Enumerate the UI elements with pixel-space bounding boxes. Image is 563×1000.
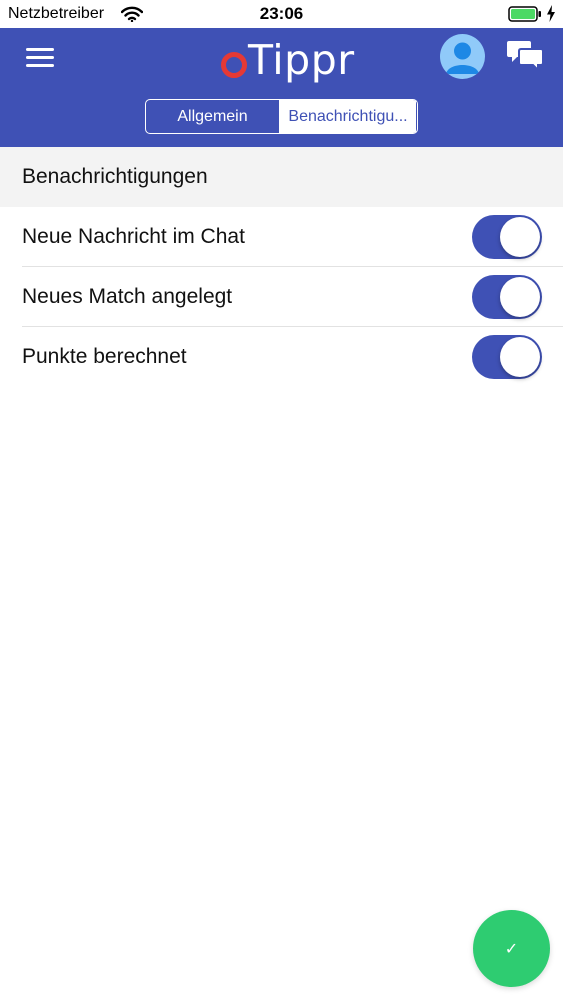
- app-logo: Tippr: [219, 36, 354, 84]
- app-header: Tippr Allgemein Benachrichtigu...: [0, 28, 563, 147]
- logo-text: Tippr: [248, 36, 355, 84]
- setting-label: Neues Match angelegt: [22, 285, 233, 308]
- checkmark-icon: ✓: [504, 939, 519, 958]
- status-bar: Netzbetreiber 23:06: [0, 0, 563, 28]
- toggle-knob: [500, 277, 540, 317]
- points-calculated-toggle[interactable]: [472, 335, 542, 379]
- setting-label: Punkte berechnet: [22, 345, 187, 368]
- chat-bubbles-icon[interactable]: [507, 38, 545, 74]
- notification-settings-list: Neue Nachricht im Chat Neues Match angel…: [0, 207, 563, 387]
- toggle-knob: [500, 337, 540, 377]
- tab-allgemein[interactable]: Allgemein: [146, 100, 280, 133]
- status-time: 23:06: [259, 4, 304, 23]
- toggle-knob: [500, 217, 540, 257]
- user-avatar-icon[interactable]: [440, 34, 485, 79]
- settings-tabs: Allgemein Benachrichtigu...: [145, 99, 418, 134]
- save-fab-button[interactable]: ✓: [473, 910, 550, 987]
- section-title: Benachrichtigungen: [22, 165, 208, 188]
- setting-row-points-calculated: Punkte berechnet: [0, 327, 563, 387]
- avatar-silhouette: [446, 42, 479, 74]
- hamburger-menu-icon[interactable]: [22, 42, 60, 72]
- tab-benachrichtigungen[interactable]: Benachrichtigu...: [280, 100, 416, 133]
- setting-row-new-match: Neues Match angelegt: [0, 267, 563, 327]
- section-header: Benachrichtigungen: [0, 147, 563, 207]
- charging-bolt-icon: [547, 5, 555, 22]
- setting-row-chat-message: Neue Nachricht im Chat: [0, 207, 563, 267]
- chat-message-toggle[interactable]: [472, 215, 542, 259]
- setting-label: Neue Nachricht im Chat: [22, 225, 245, 248]
- new-match-toggle[interactable]: [472, 275, 542, 319]
- battery-charging-icon: [508, 6, 541, 22]
- logo-ring-icon: [221, 52, 247, 78]
